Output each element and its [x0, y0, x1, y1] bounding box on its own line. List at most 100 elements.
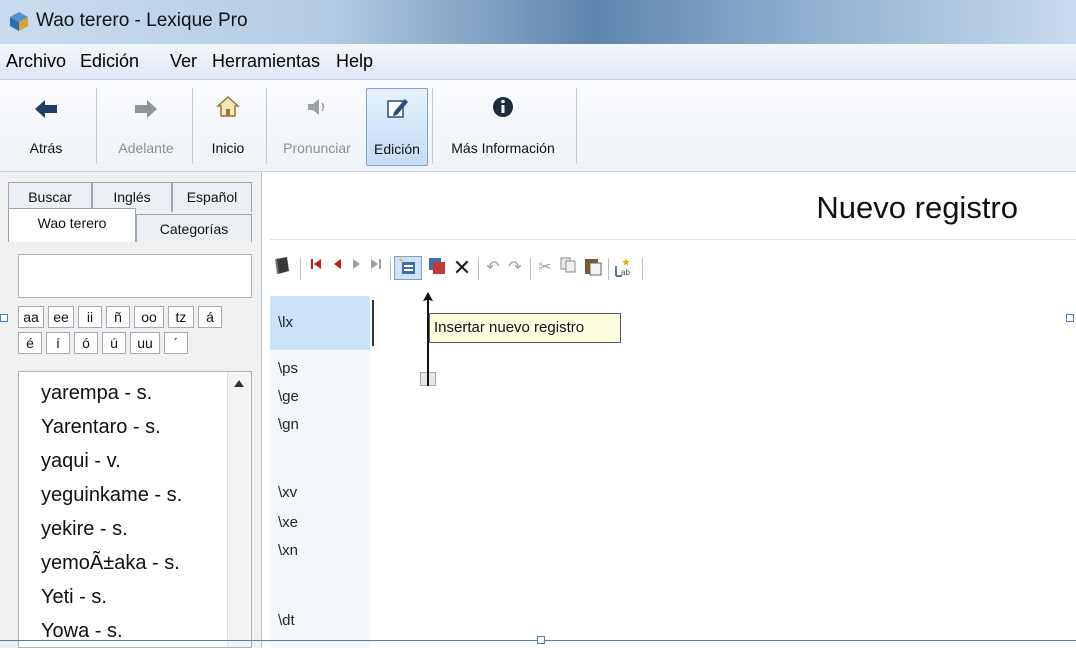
search-input[interactable]: [18, 254, 252, 298]
list-item[interactable]: yekire - s.: [41, 518, 128, 541]
toolbar-separator: [96, 88, 97, 164]
char-button[interactable]: á: [198, 306, 222, 328]
paste-icon[interactable]: [582, 256, 604, 280]
home-icon: [200, 94, 256, 128]
first-record-icon[interactable]: [308, 256, 324, 280]
pronounce-label: Pronunciar: [283, 140, 351, 156]
list-item[interactable]: yarempa - s.: [41, 382, 152, 405]
menu-archivo[interactable]: Archivo: [6, 51, 66, 72]
copy-icon[interactable]: [558, 256, 578, 280]
sort-icon[interactable]: ab: [614, 256, 636, 280]
book-icon[interactable]: [270, 256, 294, 280]
redo-icon[interactable]: ↷: [506, 256, 524, 280]
toolbar-separator: [192, 88, 193, 164]
char-button[interactable]: ó: [74, 332, 98, 354]
field-marker[interactable]: \xe: [278, 514, 298, 531]
toolbar-separator: [608, 258, 609, 280]
word-list[interactable]: yarempa - s. Yarentaro - s. yaqui - v. y…: [18, 371, 252, 648]
list-item[interactable]: yemoÃ±aka - s.: [41, 552, 180, 575]
home-button[interactable]: Inicio: [200, 88, 256, 166]
resize-handle[interactable]: [0, 314, 8, 322]
menu-help[interactable]: Help: [336, 51, 373, 72]
char-button[interactable]: oo: [134, 306, 164, 328]
tab-espanol[interactable]: Español: [172, 182, 252, 212]
list-item[interactable]: Yeti - s.: [41, 586, 107, 609]
svg-text:ab: ab: [621, 268, 630, 277]
char-button[interactable]: aa: [18, 306, 44, 328]
forward-button[interactable]: Adelante: [108, 88, 184, 166]
record-title: Nuevo registro: [816, 190, 1018, 225]
toolbar-separator: [432, 88, 433, 164]
title-bar: Wao terero - Lexique Pro: [0, 0, 1076, 44]
field-marker[interactable]: \ps: [278, 360, 298, 377]
scroll-up-icon[interactable]: [234, 380, 244, 387]
arrow-right-icon: [108, 94, 184, 128]
field-marker[interactable]: \dt: [278, 612, 295, 629]
more-info-label: Más Información: [451, 140, 555, 156]
delete-record-icon[interactable]: ✕: [452, 256, 472, 280]
next-record-icon[interactable]: [350, 256, 364, 280]
field-marker[interactable]: \gn: [278, 416, 299, 433]
toolbar-separator: [300, 258, 301, 280]
cut-icon[interactable]: ✂: [536, 256, 554, 280]
toolbar-separator: [390, 258, 391, 280]
back-button[interactable]: Atrás: [16, 88, 76, 166]
search-pane: Buscar Inglés Español Wao terero Categor…: [0, 172, 262, 648]
last-record-icon[interactable]: [368, 256, 384, 280]
char-button[interactable]: é: [18, 332, 42, 354]
toolbar-separator: [266, 88, 267, 164]
tooltip: Insertar nuevo registro: [429, 313, 621, 343]
char-button[interactable]: uu: [130, 332, 160, 354]
toolbar-separator: [478, 258, 479, 280]
char-button[interactable]: ii: [78, 306, 102, 328]
list-item[interactable]: yeguinkame - s.: [41, 484, 182, 507]
toolbar-separator: [530, 258, 531, 280]
char-button[interactable]: ñ: [106, 306, 130, 328]
lexique-app-icon: [10, 12, 28, 31]
edit-toolbar: ✕ ↶ ↷ ✂ ab: [270, 246, 1076, 290]
lexique-window: Wao terero - Lexique Pro Archivo Edición…: [0, 0, 1076, 648]
forward-label: Adelante: [118, 140, 174, 156]
word-list-scrollbar[interactable]: [227, 372, 251, 647]
duplicate-record-icon[interactable]: [426, 256, 448, 280]
menu-ver[interactable]: Ver: [170, 51, 197, 72]
window-title: Wao terero - Lexique Pro: [36, 10, 248, 31]
edit-icon: [367, 95, 427, 129]
list-item[interactable]: Yarentaro - s.: [41, 416, 161, 439]
field-marker[interactable]: \xn: [278, 542, 298, 559]
record-header: Nuevo registro: [270, 172, 1076, 240]
more-info-button[interactable]: Más Información: [440, 88, 566, 166]
field-marker[interactable]: \ge: [278, 388, 299, 405]
resize-handle[interactable]: [1066, 314, 1074, 322]
main-toolbar: Atrás Adelante Inicio Pronunciar Edición…: [0, 80, 1076, 172]
edit-mode-label: Edición: [374, 141, 420, 157]
menu-bar: Archivo Edición Ver Herramientas Help: [0, 44, 1076, 80]
char-button[interactable]: ú: [102, 332, 126, 354]
record-editor[interactable]: [370, 296, 1076, 636]
menu-edicion[interactable]: Edición: [80, 51, 139, 72]
info-icon: [440, 94, 566, 128]
resize-handle[interactable]: [537, 636, 545, 644]
toolbar-separator: [642, 258, 643, 280]
edit-mode-button[interactable]: Edición: [366, 88, 428, 166]
char-button[interactable]: ee: [48, 306, 74, 328]
speaker-icon: [274, 94, 360, 128]
home-label: Inicio: [211, 140, 245, 156]
tab-categorias[interactable]: Categorías: [136, 214, 252, 242]
arrow-left-icon: [16, 94, 76, 128]
char-button[interactable]: ´: [164, 332, 188, 354]
insert-record-icon[interactable]: [394, 256, 422, 280]
char-button[interactable]: í: [46, 332, 70, 354]
field-marker[interactable]: \lx: [278, 314, 293, 331]
field-marker[interactable]: \xv: [278, 484, 297, 501]
toolbar-separator: [576, 88, 577, 164]
char-button[interactable]: tz: [168, 306, 194, 328]
text-caret: [372, 300, 374, 346]
menu-herramientas[interactable]: Herramientas: [212, 51, 320, 72]
undo-icon[interactable]: ↶: [484, 256, 502, 280]
list-item[interactable]: yaqui - v.: [41, 450, 121, 473]
pronounce-button[interactable]: Pronunciar: [274, 88, 360, 166]
prev-record-icon[interactable]: [330, 256, 344, 280]
tab-wao-terero[interactable]: Wao terero: [8, 208, 136, 242]
field-marker-column: \lx \ps \ge \gn \xv \xe \xn \dt: [270, 296, 370, 648]
